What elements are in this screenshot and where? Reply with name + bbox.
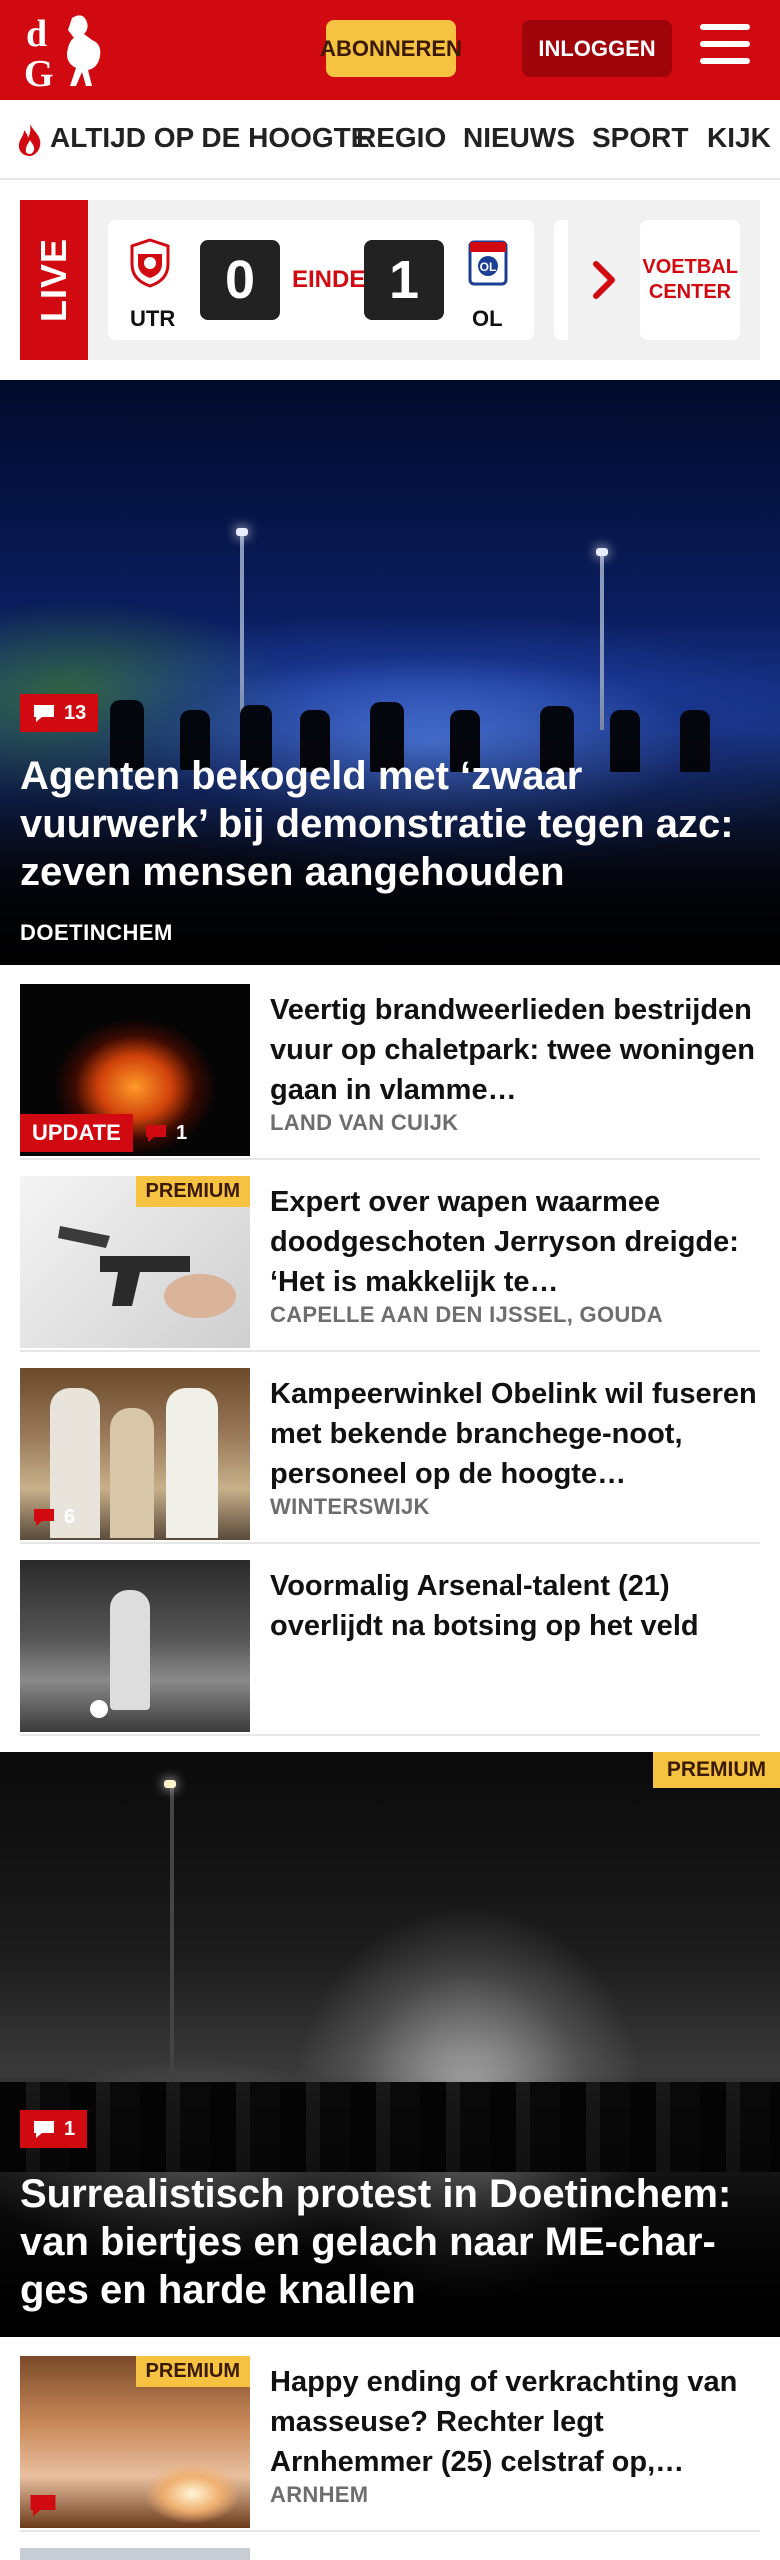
article-item[interactable]: UPDATE 1 Veertig brandweerlieden bestrij…: [20, 984, 760, 1160]
article-title[interactable]: Happy ending of verkrachting van masseus…: [270, 2362, 760, 2482]
article-title[interactable]: Veertig brandweerlieden bestrijden vuur …: [270, 990, 760, 1110]
svg-text:d: d: [26, 13, 47, 55]
street-lamp: [170, 1782, 174, 2082]
article-thumbnail: 6: [20, 1368, 250, 1540]
lamp-light: [164, 1780, 176, 1788]
comment-icon: [34, 2121, 54, 2138]
utrecht-logo-icon: [130, 238, 170, 288]
main-nav: ALTIJD OP DE HOOGTE REGIO NIEUWS SPORT K…: [0, 100, 780, 180]
comment-count: 1: [64, 2117, 76, 2140]
comment-count-badge[interactable]: 6: [20, 1498, 87, 1536]
nav-item-kijk[interactable]: KIJK: [707, 122, 771, 154]
hero-title[interactable]: Surrealistisch protest in Doetinchem: va…: [20, 2170, 760, 2314]
person-figure: [110, 1408, 154, 1538]
hero-location: DOETINCHEM: [20, 920, 173, 945]
nav-item-nieuws[interactable]: NIEUWS: [463, 122, 575, 154]
comment-icon: [146, 1125, 166, 1142]
away-team-name: OL: [472, 306, 503, 331]
comment-count-badge[interactable]: 13: [20, 694, 99, 732]
hamburger-menu-icon[interactable]: [700, 24, 752, 70]
article-item[interactable]: PREMIUM Happy ending of verkrachting van…: [20, 2356, 760, 2532]
match-card[interactable]: UTR 0 EINDE 1 OL OL: [108, 220, 534, 340]
chevron-right-icon[interactable]: [592, 260, 618, 300]
update-tag: UPDATE: [20, 1114, 133, 1152]
article-location: LAND VAN CUIJK: [270, 1110, 459, 1135]
live-tag: LIVE: [20, 200, 88, 360]
article-title[interactable]: Expert over wapen waarmee doodgeschoten …: [270, 1182, 760, 1302]
article-thumbnail: [20, 1560, 250, 1732]
article-thumbnail: PREMIUM: [20, 1176, 250, 1348]
svg-text:G: G: [24, 53, 54, 92]
comment-count-badge[interactable]: 1: [132, 1114, 199, 1152]
hero-article[interactable]: 13 Agenten bekogeld met ‘zwaar vuurwerk’…: [0, 380, 780, 965]
article-location: CAPELLE AAN DEN IJSSEL, GOUDA: [270, 1302, 663, 1327]
next-article-thumbnail: [20, 2548, 250, 2560]
lamp-light: [236, 528, 248, 536]
article-location: ARNHEM: [270, 2482, 369, 2507]
nav-item-sport[interactable]: SPORT: [592, 122, 688, 154]
article-title[interactable]: Voormalig Arsenal-talent (21) overlijdt …: [270, 1566, 760, 1686]
logo-icon[interactable]: d G: [20, 8, 120, 92]
comment-count: 1: [176, 1121, 188, 1144]
lyon-logo-icon: OL: [468, 240, 508, 286]
home-team-name: UTR: [130, 306, 176, 331]
article-location: WINTERSWIJK: [270, 1494, 430, 1519]
person-figure: [166, 1388, 218, 1538]
hero-article-2[interactable]: PREMIUM 1 Surrealistisch protest in Doet…: [0, 1752, 780, 2337]
comment-icon[interactable]: [28, 2492, 58, 2518]
hero-title[interactable]: Agenten bekogeld met ‘zwaar vuurwerk’ bi…: [20, 752, 760, 896]
article-item[interactable]: 6 Kampeerwinkel Obelink wil fuseren met …: [20, 1368, 760, 1544]
subscribe-button[interactable]: ABONNEREN: [320, 20, 462, 77]
premium-tag: PREMIUM: [652, 1752, 780, 1788]
svg-text:OL: OL: [480, 260, 497, 274]
comment-count-badge[interactable]: 1: [20, 2110, 88, 2148]
player-figure: [110, 1590, 150, 1710]
voetbal-center-link[interactable]: VOETBAL CENTER: [640, 220, 740, 340]
site-header: d G ABONNEREN INLOGGEN: [0, 0, 780, 100]
away-score: 1: [364, 240, 444, 320]
ball-icon: [90, 1700, 108, 1718]
flame-icon: [18, 124, 41, 156]
live-scores: LIVE UTR 0 EINDE 1 OL OL VOETBAL CENTER: [20, 200, 760, 360]
article-title[interactable]: Kampeerwinkel Obelink wil fuseren met be…: [270, 1374, 760, 1494]
nav-item-altijd-op-de-hoogte[interactable]: ALTIJD OP DE HOOGTE: [50, 122, 369, 154]
premium-tag: PREMIUM: [135, 1176, 250, 1207]
premium-tag: PREMIUM: [135, 2356, 250, 2387]
live-label: LIVE: [33, 237, 74, 323]
article-thumbnail: UPDATE 1: [20, 984, 250, 1156]
next-match-card[interactable]: [554, 220, 568, 340]
login-button[interactable]: INLOGGEN: [522, 20, 672, 77]
comment-count: 13: [64, 701, 87, 724]
lamp-light: [596, 548, 608, 556]
match-status: EINDE: [292, 266, 366, 293]
nav-item-regio[interactable]: REGIO: [356, 122, 446, 154]
home-score: 0: [200, 240, 280, 320]
pistol-icon: [58, 1226, 236, 1318]
article-thumbnail: PREMIUM: [20, 2356, 250, 2528]
comment-count: 6: [64, 1505, 76, 1528]
comment-icon: [34, 705, 54, 722]
article-item[interactable]: Voormalig Arsenal-talent (21) overlijdt …: [20, 1560, 760, 1736]
article-item[interactable]: PREMIUM Expert over wapen waarmee doodge…: [20, 1176, 760, 1352]
comment-icon: [34, 1509, 54, 1526]
